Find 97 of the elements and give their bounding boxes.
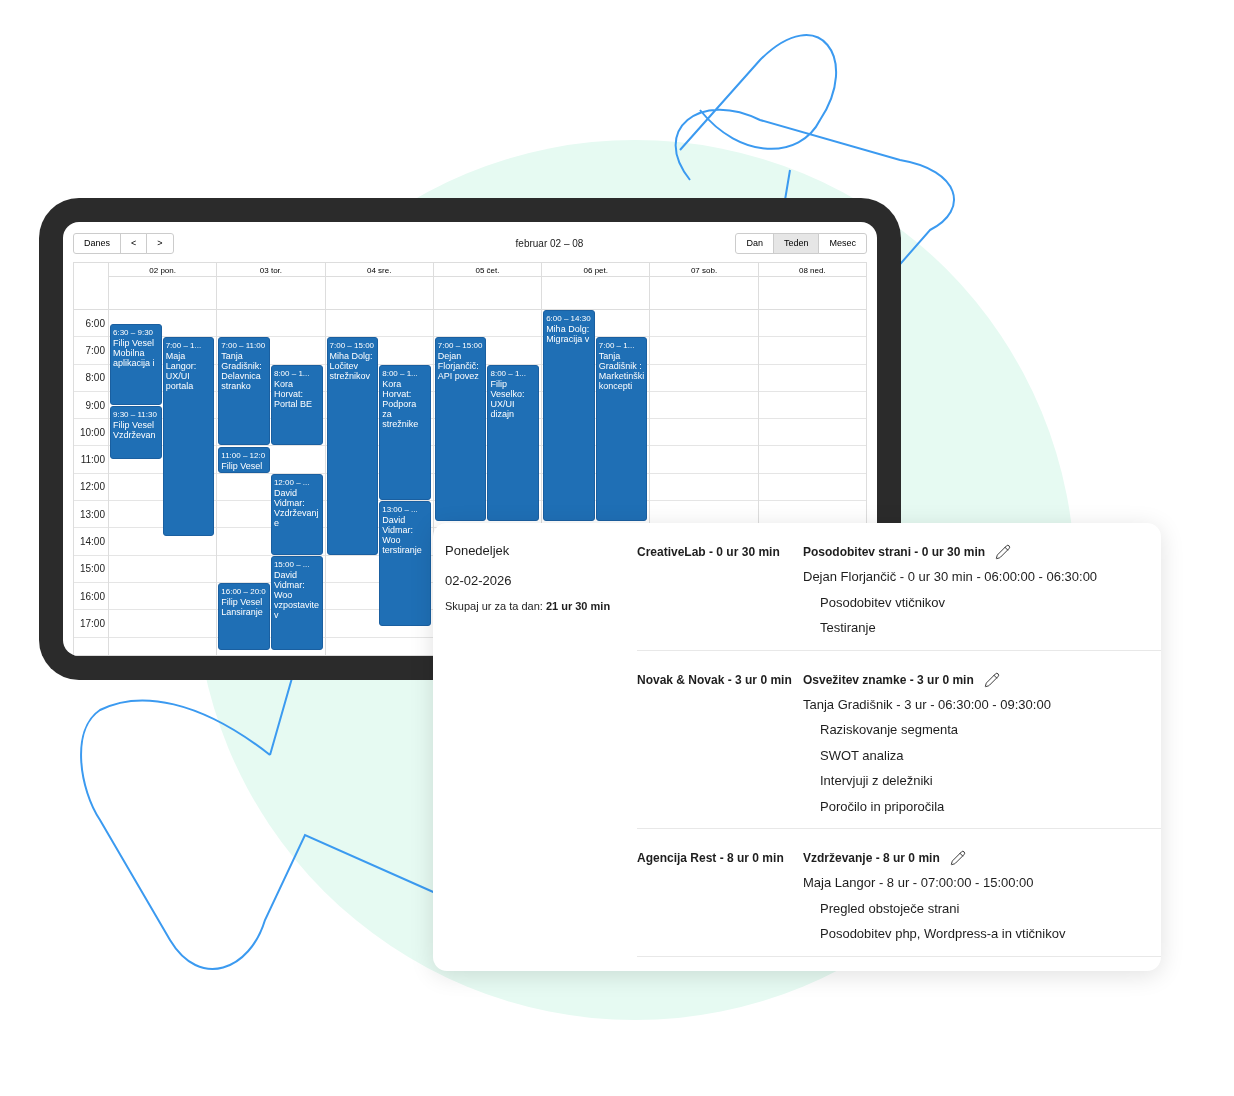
hour-label: 12:00 (79, 480, 105, 495)
nav-button[interactable]: > (146, 233, 174, 254)
calendar-event[interactable]: 7:00 – 1... Tanja Gradišnik : Marketinški koncepti (595, 337, 648, 522)
event-time: 8:00 – 1... (273, 367, 311, 379)
project-total: Osvežitev znamke - 3 ur 0 min (803, 671, 974, 689)
calendar-event[interactable]: 13:00 – ... David Vidmar: Woo terstiranje (379, 501, 431, 626)
view-tab[interactable]: Teden (772, 233, 820, 254)
event-title: David Vidmar: Vzdrževanje (273, 487, 320, 528)
client-total: Agencija Rest - 8 ur 0 min (637, 850, 785, 867)
nav-button[interactable]: < (120, 233, 148, 254)
hour-label: 11:00 (80, 453, 105, 468)
event-time: 11:00 – 12:0 (221, 449, 267, 461)
hour-label: 13:00 (79, 507, 105, 522)
event-time: 7:00 – 1... (165, 340, 203, 352)
event-time: 6:00 – 14:30 (546, 313, 592, 324)
project-total: Vzdrževanje - 8 ur 0 min (803, 850, 940, 867)
edit-icon[interactable] (983, 671, 1000, 688)
day-total: Skupaj ur za ta dan: 21 ur 30 min (445, 599, 612, 614)
event-time: 8:00 – 1... (490, 367, 528, 379)
calendar-event[interactable]: 7:00 – 1... Maja Langor: UX/UI portala (162, 337, 215, 536)
event-time: 9:30 – 11:30 (113, 408, 158, 420)
edit-icon[interactable] (949, 850, 966, 866)
event-title: Miha Dolg: Ločitev strežnikov (329, 351, 374, 382)
hour-label: 9:00 (85, 398, 105, 413)
day-header: 07 sob. (650, 263, 758, 277)
event-time: 8:00 – 1... (382, 367, 419, 379)
calendar-event[interactable]: 9:30 – 11:30 Filip Vesel Vzdrževan (110, 405, 162, 460)
event-title: David Vidmar: Woo terstiranje (382, 515, 423, 556)
person-entry: Tanja Gradišnik - 3 ur - 06:30:00 - 09:30:00 (803, 695, 1051, 714)
event-title: Filip Vesel Lansiranje (221, 597, 264, 617)
day-name: Ponedeljek (445, 542, 511, 560)
calendar-event[interactable]: 16:00 – 20:0 Filip Vesel Lansiranje (218, 583, 270, 651)
client-total: Novak & Novak - 3 ur 0 min (637, 671, 793, 689)
day-header: 04 sre. (325, 263, 433, 277)
event-time: 7:00 – 15:00 (437, 340, 484, 352)
task-item: Intervjuji z deležniki (819, 772, 934, 790)
edit-icon[interactable] (995, 544, 1012, 560)
nav-button[interactable]: Danes (73, 233, 121, 254)
hour-label: 16:00 (79, 589, 105, 604)
event-title: Filip Vesel Vzdrževan (113, 419, 157, 440)
event-title: Dejan Florjančič: API povez (437, 351, 480, 382)
event-title: Filip Veselko: UX/UI dizajn (490, 378, 526, 419)
event-title: David Vidmar: Woo vzpostavitev (273, 569, 320, 620)
event-time: 12:00 – ... (273, 476, 311, 488)
hour-label: 6:00 (85, 316, 105, 331)
event-title: Maja Langor: UX/UI portala (165, 351, 198, 392)
event-time: 7:00 – 1... (598, 340, 636, 352)
hour-label: 15:00 (79, 562, 105, 577)
task-item: Raziskovanje segmenta (819, 721, 960, 739)
date-text: 02-02-2026 (445, 571, 513, 590)
calendar-title: februar 02 – 08 (515, 237, 584, 251)
day-header: 06 pet. (542, 263, 650, 277)
person-entry: Maja Langor - 8 ur - 07:00:00 - 15:00:00 (803, 874, 1035, 892)
day-header: 03 tor. (217, 263, 325, 277)
calendar-event[interactable]: 8:00 – 1... Kora Horvat: Podpora za strežnike (379, 364, 431, 501)
task-item: Pregled obstoječe strani (819, 899, 961, 918)
calendar-event[interactable]: 6:30 – 9:30 Filip Vesel Mobilna aplikacija i (110, 323, 162, 405)
calendar-event[interactable]: 8:00 – 1... Filip Veselko: UX/UI dizajn (487, 364, 540, 522)
calendar-event[interactable]: 12:00 – ... David Vidmar: Vzdrževanje (270, 473, 323, 555)
hour-label: 7:00 (85, 343, 105, 358)
hour-label: 17:00 (79, 616, 105, 631)
task-item: Poročilo in priporočila (819, 797, 946, 816)
event-time: 7:00 – 15:00 (329, 340, 376, 352)
event-title: Tanja Gradišnik: Delavnica stranko (221, 351, 263, 392)
person-entry: Dejan Florjančič - 0 ur 30 min - 06:00:00 - 06:30:00 (803, 568, 1098, 586)
day-header: 05 čet. (433, 263, 542, 277)
calendar-event[interactable]: 8:00 – 1... Kora Horvat: Portal BE (270, 364, 323, 446)
view-tab[interactable]: Mesec (818, 233, 867, 254)
calendar-event[interactable]: 7:00 – 11:00 Tanja Gradišnik: Delavnica stranko (218, 337, 270, 446)
event-title: Kora Horvat: Portal BE (273, 378, 313, 409)
hour-label: 10:00 (79, 425, 105, 440)
hour-label: 14:00 (79, 535, 105, 549)
event-time: 16:00 – 20:0 (221, 586, 267, 597)
calendar-event[interactable]: 15:00 – ... David Vidmar: Woo vzpostavitev (270, 555, 323, 651)
task-item: SWOT analiza (819, 746, 905, 765)
event-title: Tanja Gradišnik : Marketinški koncepti (598, 351, 645, 392)
event-title: Filip Vesel (221, 460, 264, 471)
calendar-event[interactable]: 7:00 – 15:00 Dejan Florjančič: API povez (434, 337, 487, 522)
task-item: Posodobitev vtičnikov (819, 593, 946, 612)
client-total: CreativeLab - 0 ur 30 min (637, 544, 781, 561)
view-tab[interactable]: Dan (735, 233, 774, 254)
task-item: Testiranje (819, 619, 877, 637)
day-header: 08 ned. (758, 263, 866, 277)
event-title: Kora Horvat: Podpora za strežnike (382, 378, 420, 429)
task-item: Posodobitev php, Wordpress-a in vtičnikov (819, 925, 1066, 943)
event-time: 7:00 – 11:00 (221, 340, 267, 352)
event-time: 15:00 – ... (273, 558, 311, 570)
calendar-event[interactable]: 6:00 – 14:30 Miha Dolg: Migracija v (543, 310, 595, 522)
event-title: Miha Dolg: Migracija v (546, 324, 591, 344)
event-time: 6:30 – 9:30 (113, 326, 155, 338)
hour-label: 8:00 (85, 371, 105, 386)
calendar-event[interactable]: 11:00 – 12:0 Filip Vesel (218, 446, 270, 473)
project-total: Posodobitev strani - 0 ur 30 min (803, 544, 986, 561)
day-header: 02 pon. (109, 263, 217, 277)
event-title: Filip Vesel Mobilna aplikacija i (113, 337, 156, 368)
calendar-event[interactable]: 7:00 – 15:00 Miha Dolg: Ločitev strežnikov (326, 337, 379, 555)
event-time: 13:00 – ... (382, 504, 419, 516)
